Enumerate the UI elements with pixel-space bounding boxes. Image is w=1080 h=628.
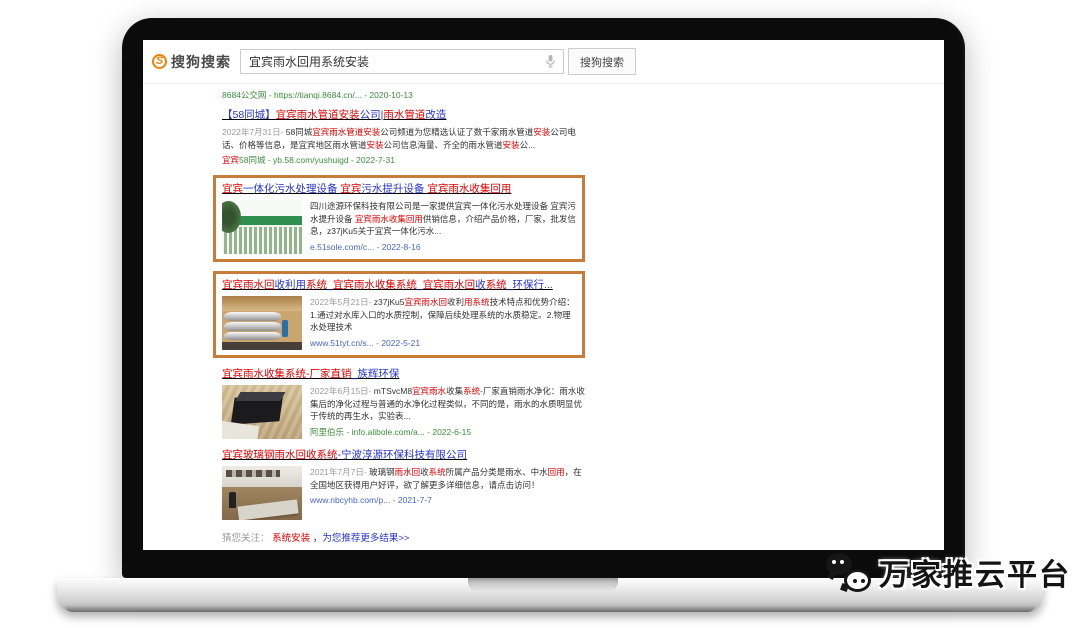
result-snippet: 2022年6月15日- mTSvcM8宜宾雨水收集系统-厂家直销雨水净化：雨水收… [310, 385, 588, 423]
laptop-screen-bezel: S 搜狗搜索 搜狗搜索 8684公交网 - [122, 18, 965, 578]
result-text: 2022年6月15日- mTSvcM8宜宾雨水收集系统-厂家直销雨水净化：雨水收… [310, 385, 588, 439]
result-body: 2021年7月7日- 玻璃钢雨水回收系统所属产品分类是雨水、中水回用，在全国地区… [222, 466, 588, 520]
thumb-art [224, 312, 282, 321]
related-suggestion: 猜您关注： 系统安装 ，为您推荐更多结果>> [143, 530, 944, 544]
related-keyword-link[interactable]: 系统安装 [272, 533, 310, 544]
sogou-s-icon: S [152, 54, 167, 69]
related-more-link[interactable]: ，为您推荐更多结果>> [313, 533, 410, 544]
search-results: 8684公交网 - https://tianqi.8684.cn/... - 2… [143, 84, 944, 520]
laptop-mockup: S 搜狗搜索 搜狗搜索 8684公交网 - [0, 0, 1080, 628]
laptop-base-notch [468, 578, 618, 591]
search-result: 宜宾一体化污水处理设备 宜宾污水提升设备 宜宾雨水收集回用 四川途源环保科技有限… [213, 175, 585, 262]
search-result: 【58同城】宜宾雨水管道安装公司|雨水管道改造 2022年7月31日- 58同城… [222, 108, 588, 166]
result-site-info: 阿里伯乐 - info.alibole.com/a... - 2022-6-15 [310, 426, 588, 438]
wechat-icon [826, 551, 872, 593]
thumb-art [226, 470, 280, 477]
search-input[interactable] [240, 49, 564, 74]
wechat-big-bubble [844, 569, 871, 592]
search-result: 宜宾雨水回收利用系统_宜宾雨水收集系统_宜宾雨水回收系统_环保行... 2022… [213, 271, 585, 358]
partial-result-footer: 8684公交网 - https://tianqi.8684.cn/... - 2… [222, 89, 944, 101]
result-title-link[interactable]: 宜宾雨水回收利用系统_宜宾雨水收集系统_宜宾雨水回收系统_环保行... [222, 278, 576, 293]
result-title-link[interactable]: 【58同城】宜宾雨水管道安装公司|雨水管道改造 [222, 108, 588, 123]
thumb-art [224, 332, 282, 341]
search-result: 宜宾玻璃钢雨水回收系统-宁波淳源环保科技有限公司 2021年7月7日- 玻璃钢雨… [222, 448, 588, 520]
thumb-art [224, 322, 282, 331]
result-text: 四川途源环保科技有限公司是一家提供宜宾一体化污水处理设备 宜宾污水提升设备 宜宾… [310, 200, 576, 254]
result-text: 2022年7月31日- 58同城宜宾雨水管道安装公司频道为您精选认证了数千家雨水… [222, 126, 588, 166]
result-title-link[interactable]: 宜宾玻璃钢雨水回收系统-宁波淳源环保科技有限公司 [222, 448, 588, 463]
result-body: 2022年5月21日- z37jKu5宜宾雨水回收利用系统技术特点和优势介绍：1… [222, 296, 576, 350]
result-thumbnail[interactable] [222, 296, 302, 350]
thumb-art [222, 342, 302, 350]
microphone-icon[interactable] [544, 54, 557, 69]
watermark-text: 万家推云平台 [879, 550, 1071, 594]
related-prefix: 猜您关注： [222, 533, 270, 544]
result-body: 2022年6月15日- mTSvcM8宜宾雨水收集系统-厂家直销雨水净化：雨水收… [222, 385, 588, 439]
result-site-info: www.nbcyhb.com/p... - 2021-7-7 [310, 494, 588, 506]
result-thumbnail[interactable] [222, 200, 302, 254]
search-button[interactable]: 搜狗搜索 [568, 48, 636, 75]
sogou-logo-text: 搜狗搜索 [171, 52, 231, 72]
result-thumbnail[interactable] [222, 466, 302, 520]
result-snippet: 2021年7月7日- 玻璃钢雨水回收系统所属产品分类是雨水、中水回用，在全国地区… [310, 466, 588, 491]
search-box [240, 49, 564, 74]
result-body: 四川途源环保科技有限公司是一家提供宜宾一体化污水处理设备 宜宾污水提升设备 宜宾… [222, 200, 576, 254]
result-thumbnail[interactable] [222, 385, 302, 439]
result-snippet: 2022年5月21日- z37jKu5宜宾雨水回收利用系统技术特点和优势介绍：1… [310, 296, 576, 334]
result-title-link[interactable]: 宜宾一体化污水处理设备 宜宾污水提升设备 宜宾雨水收集回用 [222, 182, 576, 197]
screen-content: S 搜狗搜索 搜狗搜索 8684公交网 - [143, 40, 944, 550]
result-text: 2021年7月7日- 玻璃钢雨水回收系统所属产品分类是雨水、中水回用，在全国地区… [310, 466, 588, 520]
result-text: 2022年5月21日- z37jKu5宜宾雨水回收利用系统技术特点和优势介绍：1… [310, 296, 576, 350]
result-title-link[interactable]: 宜宾雨水收集系统-厂家直销_族辉环保 [222, 367, 588, 382]
watermark: 万家推云平台 [826, 550, 1071, 594]
result-site-info: e.51sole.com/c... - 2022-8-16 [310, 241, 576, 253]
result-site-info: www.51tyt.cn/s... - 2022-5-21 [310, 337, 576, 349]
sogou-logo[interactable]: S 搜狗搜索 [152, 52, 231, 72]
result-snippet: 2022年7月31日- 58同城宜宾雨水管道安装公司频道为您精选认证了数千家雨水… [222, 126, 588, 151]
wechat-small-bubble [826, 553, 852, 575]
result-body: 2022年7月31日- 58同城宜宾雨水管道安装公司频道为您精选认证了数千家雨水… [222, 126, 588, 166]
search-result: 宜宾雨水收集系统-厂家直销_族辉环保 2022年6月15日- mTSvcM8宜宾… [222, 367, 588, 439]
result-site-info: 宜宾58同城 - yb.58.com/yushuigd - 2022-7-31 [222, 154, 588, 166]
search-header: S 搜狗搜索 搜狗搜索 [143, 40, 944, 84]
thumb-art [236, 392, 286, 401]
thumb-art [282, 320, 288, 337]
result-snippet: 四川途源环保科技有限公司是一家提供宜宾一体化污水处理设备 宜宾污水提升设备 宜宾… [310, 200, 576, 238]
thumb-art [222, 296, 302, 311]
thumb-art [229, 492, 235, 508]
